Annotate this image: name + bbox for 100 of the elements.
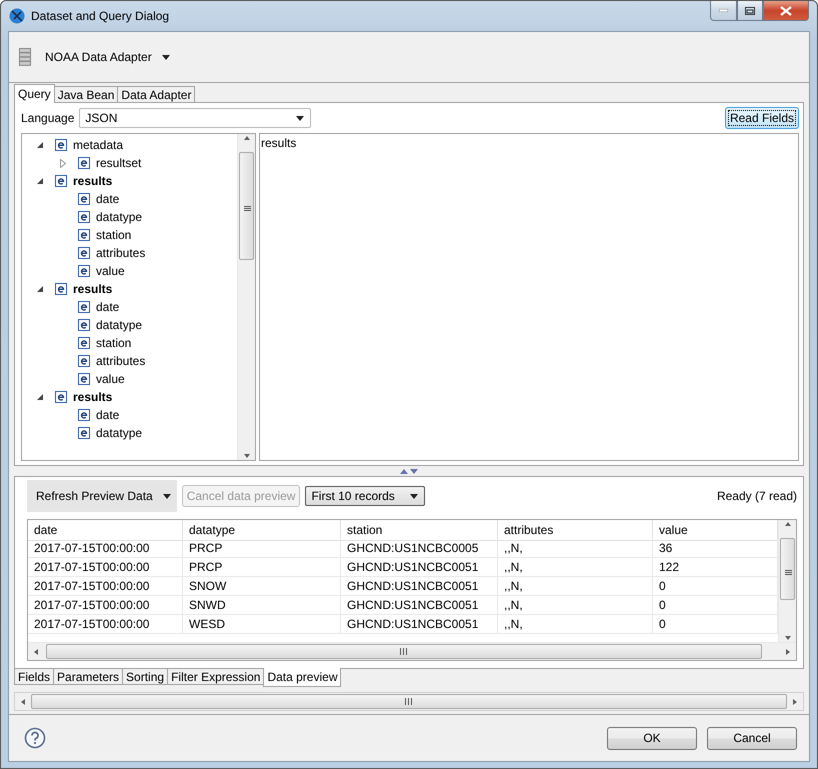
element-icon xyxy=(78,193,90,205)
scroll-left-icon[interactable] xyxy=(19,698,27,706)
help-icon[interactable] xyxy=(24,727,46,749)
table-cell: 2017-07-15T00:00:00 xyxy=(28,539,183,558)
app-logo-icon xyxy=(9,8,25,24)
grip-icon xyxy=(400,648,408,655)
tree-item[interactable]: date xyxy=(22,190,237,208)
caret-icon xyxy=(162,54,170,60)
close-button[interactable] xyxy=(763,1,809,21)
minimize-button[interactable] xyxy=(710,1,737,21)
element-icon xyxy=(78,229,90,241)
table-cell: GHCND:US1NCBC0051 xyxy=(341,558,498,577)
table-cell: 2017-07-15T00:00:00 xyxy=(28,615,183,634)
tree-item[interactable]: datatype xyxy=(22,316,237,334)
expanded-icon[interactable] xyxy=(37,142,43,148)
element-icon xyxy=(78,211,90,223)
data-adapter-dropdown[interactable]: NOAA Data Adapter xyxy=(41,48,174,66)
tree-item[interactable]: attributes xyxy=(22,244,237,262)
scrollbar[interactable] xyxy=(14,692,804,711)
element-icon xyxy=(78,427,90,439)
tree-item[interactable]: datatype xyxy=(22,424,237,442)
tab[interactable]: Data Adapter xyxy=(117,86,196,103)
records-select[interactable]: First 10 records xyxy=(305,486,426,506)
element-icon xyxy=(78,355,90,367)
scroll-left-icon[interactable] xyxy=(32,648,40,656)
element-icon xyxy=(78,265,90,277)
table-cell: SNWD xyxy=(183,596,341,615)
element-icon xyxy=(55,175,67,187)
table-cell: PRCP xyxy=(183,558,341,577)
tree-item[interactable]: value xyxy=(22,370,237,388)
table-cell: PRCP xyxy=(183,539,341,558)
scrollbar[interactable] xyxy=(28,642,796,660)
expanded-icon[interactable] xyxy=(37,178,43,184)
query-editor[interactable]: results xyxy=(259,133,799,461)
refresh-preview-button[interactable]: Refresh Preview Data xyxy=(27,480,177,512)
table-cell: WESD xyxy=(183,615,341,634)
table-cell: ,,N, xyxy=(498,539,653,558)
caret-icon xyxy=(410,494,418,498)
expanded-icon[interactable] xyxy=(37,286,43,292)
tab[interactable]: Fields xyxy=(14,668,54,685)
scroll-up-icon[interactable] xyxy=(242,134,250,142)
element-icon xyxy=(55,139,67,151)
tree-item[interactable]: datatype xyxy=(22,208,237,226)
tree-item[interactable]: value xyxy=(22,262,237,280)
expanded-icon[interactable] xyxy=(37,394,43,400)
scrollbar[interactable] xyxy=(778,520,796,642)
read-fields-button[interactable]: Read Fields xyxy=(724,107,799,129)
scrollbar[interactable] xyxy=(237,134,255,460)
dialog-button[interactable]: OK xyxy=(607,726,697,750)
collapsed-icon[interactable] xyxy=(60,158,66,168)
tab[interactable]: Query xyxy=(14,84,55,103)
caret-icon xyxy=(296,116,304,120)
table-cell: 2017-07-15T00:00:00 xyxy=(28,596,183,615)
dialog-button[interactable]: Cancel xyxy=(707,726,797,750)
tree-item[interactable]: results xyxy=(22,172,237,190)
element-icon xyxy=(78,301,90,313)
table-cell: ,,N, xyxy=(498,577,653,596)
tree-item[interactable]: results xyxy=(22,280,237,298)
language-select[interactable]: JSON xyxy=(79,108,312,128)
table-cell: GHCND:US1NCBC0005 xyxy=(341,539,498,558)
grip-icon xyxy=(244,206,251,212)
table-cell: SNOW xyxy=(183,577,341,596)
column-header[interactable]: station xyxy=(341,520,498,541)
tree-item[interactable]: date xyxy=(22,406,237,424)
maximize-button[interactable] xyxy=(737,1,763,21)
element-icon xyxy=(78,319,90,331)
scroll-right-icon[interactable] xyxy=(791,698,799,706)
grip-icon xyxy=(785,570,792,576)
table-cell: ,,N, xyxy=(498,615,653,634)
scroll-up-icon[interactable] xyxy=(784,520,792,528)
element-icon xyxy=(78,409,90,421)
table-cell: 2017-07-15T00:00:00 xyxy=(28,577,183,596)
grip-icon xyxy=(405,698,413,705)
column-header[interactable]: attributes xyxy=(498,520,653,541)
table-cell: GHCND:US1NCBC0051 xyxy=(341,615,498,634)
element-icon xyxy=(55,283,67,295)
column-header[interactable]: date xyxy=(28,520,183,541)
tab[interactable]: Data preview xyxy=(263,668,342,687)
database-icon xyxy=(19,48,31,66)
scroll-right-icon[interactable] xyxy=(784,648,792,656)
maximize-icon xyxy=(745,6,755,14)
element-icon xyxy=(55,391,67,403)
table-cell: GHCND:US1NCBC0051 xyxy=(341,577,498,596)
tree-item[interactable]: date xyxy=(22,298,237,316)
caret-icon xyxy=(162,494,171,498)
column-header[interactable]: datatype xyxy=(183,520,341,541)
tree-item[interactable]: results xyxy=(22,388,237,406)
table-cell: ,,N, xyxy=(498,596,653,615)
element-icon xyxy=(78,157,90,169)
tree-item[interactable]: attributes xyxy=(22,352,237,370)
window-title: Dataset and Query Dialog xyxy=(31,9,170,23)
scroll-down-icon[interactable] xyxy=(242,452,250,460)
tree-item[interactable]: station xyxy=(22,334,237,352)
table-cell: GHCND:US1NCBC0051 xyxy=(341,596,498,615)
table-cell: 2017-07-15T00:00:00 xyxy=(28,558,183,577)
tree-item[interactable]: resultset xyxy=(22,154,237,172)
minimize-icon xyxy=(719,9,728,12)
tree-item[interactable]: metadata xyxy=(22,136,237,154)
element-icon xyxy=(78,337,90,349)
tree-item[interactable]: station xyxy=(22,226,237,244)
